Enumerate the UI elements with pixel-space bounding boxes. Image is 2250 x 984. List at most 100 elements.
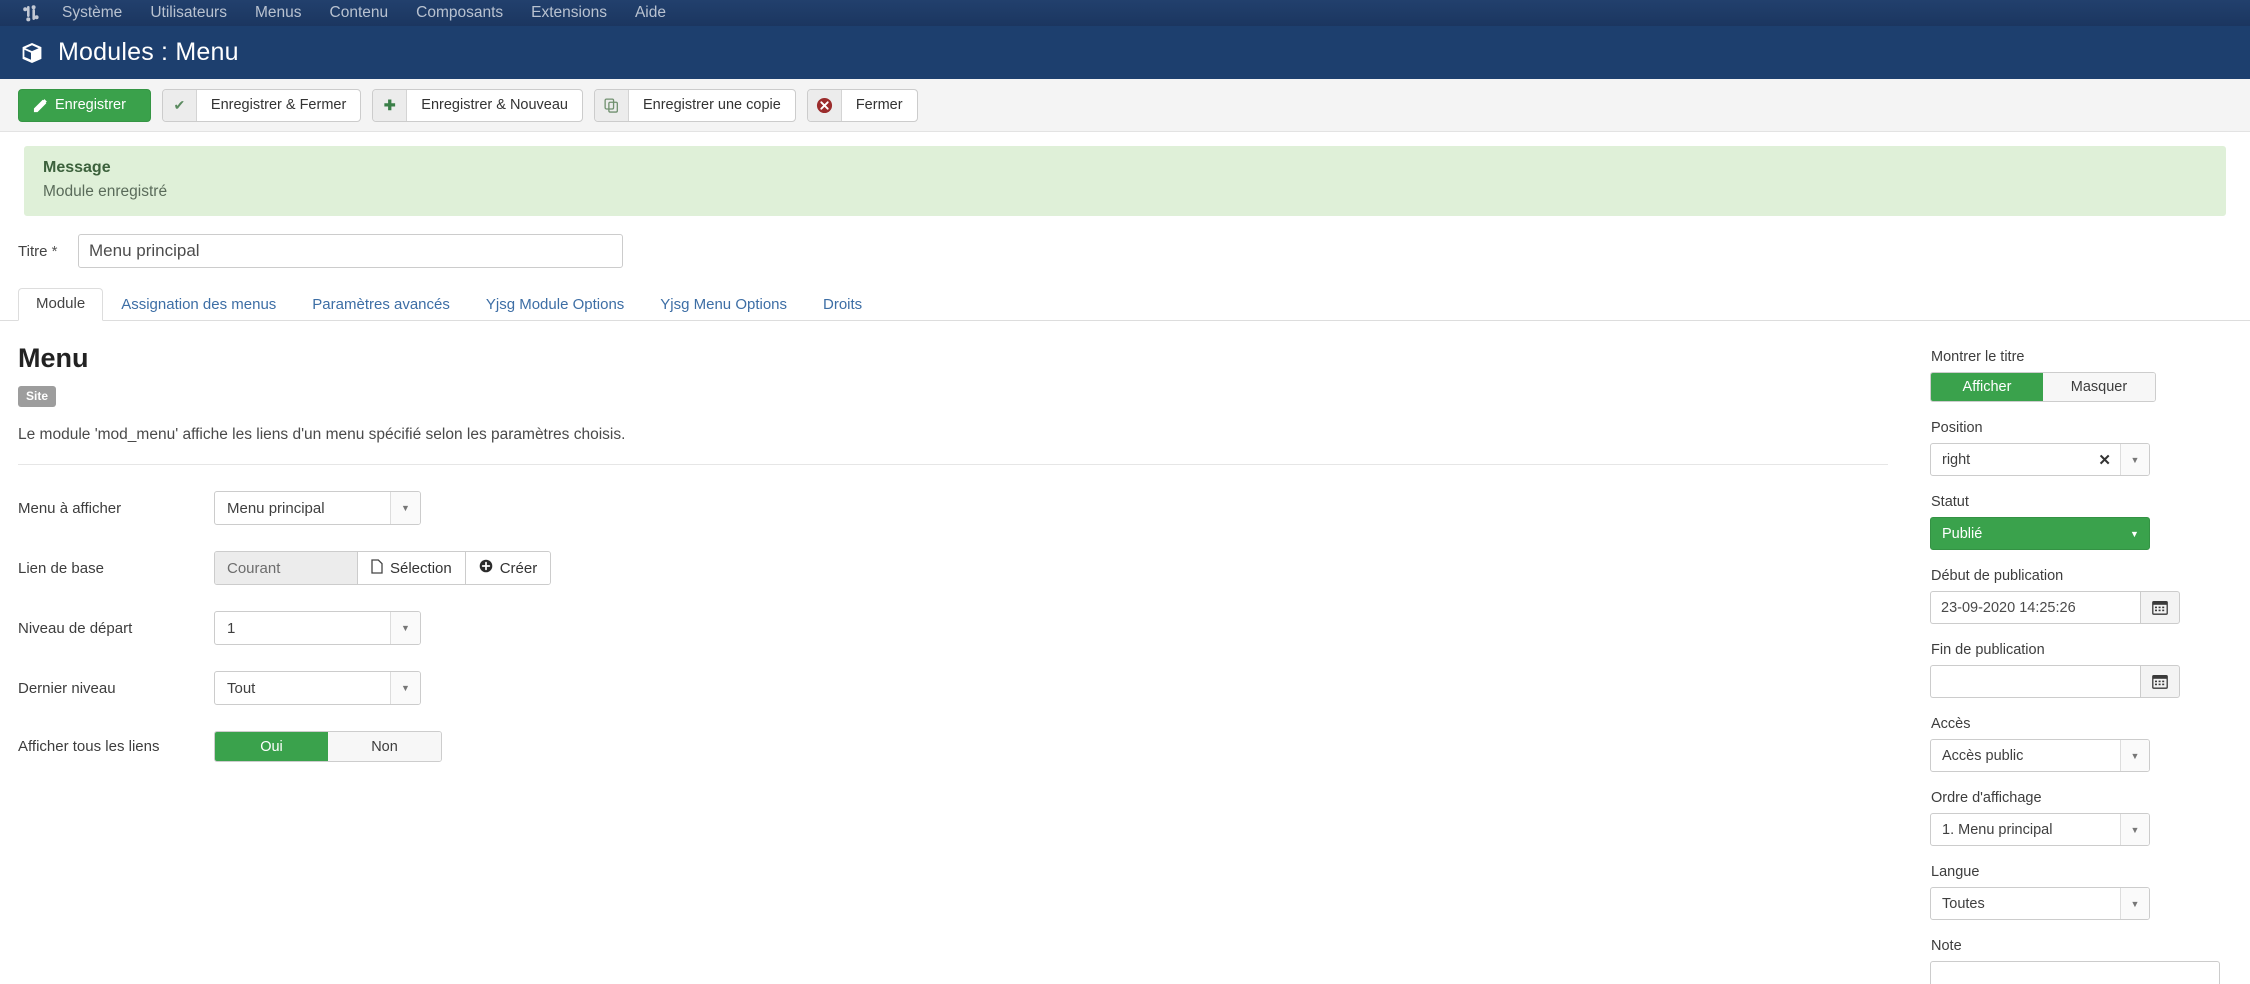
label-fin-de-publication: Fin de publication xyxy=(1931,642,2045,658)
sidebar-column: Montrer le titre Afficher Masquer Positi… xyxy=(1930,321,2250,984)
title-label-text: Titre xyxy=(18,242,48,260)
calendar-icon[interactable] xyxy=(2140,591,2180,624)
chevron-down-icon[interactable]: ▼ xyxy=(390,612,420,644)
debut-de-publication-input[interactable]: 23-09-2020 14:25:26 xyxy=(1930,591,2140,624)
tab-droits[interactable]: Droits xyxy=(805,289,880,321)
label-lien-de-base: Lien de base xyxy=(18,559,104,577)
clear-x-icon[interactable]: ✕ xyxy=(2098,444,2120,475)
input-group-lien-de-base: Courant Sélection Créer xyxy=(214,551,552,585)
date-group-debut-de-publication: 23-09-2020 14:25:26 xyxy=(1930,591,2180,624)
selection-button[interactable]: Sélection xyxy=(357,552,465,584)
save-button[interactable]: Enregistrer xyxy=(18,88,151,122)
save-and-close-label: Enregistrer & Fermer xyxy=(210,97,347,113)
select-acces[interactable]: Accès public ▼ xyxy=(1930,739,2150,772)
required-marker: * xyxy=(51,242,58,260)
ordre-d-affichage-value: 1. Menu principal xyxy=(1942,821,2053,838)
field-row-menu-a-afficher: Menu à afficher Menu principal ▼ xyxy=(18,491,1930,525)
module-scope-badge: Site xyxy=(18,386,57,407)
field-fin-de-publication: Fin de publication xyxy=(1930,642,2250,698)
selection-button-label: Sélection xyxy=(390,559,452,577)
select-langue[interactable]: Toutes ▼ xyxy=(1930,887,2150,920)
note-input[interactable] xyxy=(1930,961,2220,984)
save-button-label: Enregistrer xyxy=(55,97,126,113)
label-acces: Accès xyxy=(1931,716,1971,732)
menu-item-composants[interactable]: Composants xyxy=(402,0,517,26)
field-row-lien-de-base: Lien de base Courant Sélection Créer xyxy=(18,551,1930,585)
select-dernier-niveau-value: Tout xyxy=(227,679,256,697)
field-note: Note xyxy=(1930,938,2250,984)
menu-item-menus[interactable]: Menus xyxy=(241,0,316,26)
select-dernier-niveau[interactable]: Tout ▼ xyxy=(214,671,421,705)
label-dernier-niveau: Dernier niveau xyxy=(18,679,116,697)
admin-menubar: Système Utilisateurs Menus Contenu Compo… xyxy=(0,0,2250,26)
chevron-down-icon[interactable]: ▼ xyxy=(390,492,420,524)
close-button-label: Fermer xyxy=(855,97,903,113)
close-button[interactable]: Fermer xyxy=(806,88,918,122)
module-heading: Menu xyxy=(18,343,89,373)
chevron-down-icon[interactable]: ▼ xyxy=(2120,740,2149,771)
statut-value: Publié xyxy=(1942,525,1983,542)
select-statut[interactable]: Publié ▼ xyxy=(1930,517,2150,550)
save-as-copy-button[interactable]: Enregistrer une copie xyxy=(593,88,796,122)
tab-assignation-des-menus[interactable]: Assignation des menus xyxy=(103,289,294,321)
field-position: Position right ✕ ▼ xyxy=(1930,420,2250,476)
fin-de-publication-input[interactable] xyxy=(1930,665,2140,698)
toggle-afficher-tous-les-liens: Oui Non xyxy=(214,731,442,762)
page-header: Modules : Menu xyxy=(0,26,2250,79)
body-wrapper: Menu Site Le module 'mod_menu' affiche l… xyxy=(0,321,2250,984)
tab-yjsg-module-options[interactable]: Yjsg Module Options xyxy=(468,289,642,321)
page-title: Modules : Menu xyxy=(58,38,239,66)
alert-wrapper: Message Module enregistré xyxy=(0,132,2250,216)
title-input[interactable] xyxy=(78,234,623,268)
calendar-icon[interactable] xyxy=(2140,665,2180,698)
select-menu-a-afficher[interactable]: Menu principal ▼ xyxy=(214,491,421,525)
save-and-new-button[interactable]: ✚ Enregistrer & Nouveau xyxy=(372,88,583,122)
chevron-down-icon[interactable]: ▼ xyxy=(390,672,420,704)
chevron-down-icon[interactable]: ▼ xyxy=(2120,814,2149,845)
toggle-option-afficher[interactable]: Afficher xyxy=(1931,373,2043,401)
field-debut-de-publication: Début de publication 23-09-2020 14:25:26 xyxy=(1930,568,2250,624)
menu-item-utilisateurs[interactable]: Utilisateurs xyxy=(136,0,241,26)
alert-title: Message xyxy=(43,159,111,176)
copy-icon xyxy=(594,89,629,121)
toggle-option-masquer[interactable]: Masquer xyxy=(2043,373,2155,401)
module-description: Le module 'mod_menu' affiche les liens d… xyxy=(18,426,626,443)
label-menu-a-afficher: Menu à afficher xyxy=(18,499,122,517)
select-ordre-d-affichage[interactable]: 1. Menu principal ▼ xyxy=(1930,813,2150,846)
menu-item-extensions[interactable]: Extensions xyxy=(517,0,621,26)
chevron-down-icon[interactable]: ▼ xyxy=(2120,518,2149,549)
module-cube-icon xyxy=(20,41,44,65)
title-field-label: Titre * xyxy=(18,243,68,260)
chevron-down-icon[interactable]: ▼ xyxy=(2120,444,2149,475)
toggle-montrer-le-titre: Afficher Masquer xyxy=(1930,372,2156,402)
menu-item-aide[interactable]: Aide xyxy=(621,0,680,26)
date-group-fin-de-publication xyxy=(1930,665,2180,698)
chevron-down-icon[interactable]: ▼ xyxy=(2120,888,2149,919)
select-niveau-de-depart[interactable]: 1 ▼ xyxy=(214,611,421,645)
tab-yjsg-menu-options[interactable]: Yjsg Menu Options xyxy=(642,289,805,321)
tab-module[interactable]: Module xyxy=(18,288,104,321)
field-row-dernier-niveau: Dernier niveau Tout ▼ xyxy=(18,671,1930,705)
label-ordre-d-affichage: Ordre d'affichage xyxy=(1931,790,2042,806)
select-position[interactable]: right ✕ ▼ xyxy=(1930,443,2150,476)
tab-parametres-avances[interactable]: Paramètres avancés xyxy=(294,289,468,321)
check-icon: ✔ xyxy=(162,89,197,121)
creer-button[interactable]: Créer xyxy=(464,552,551,584)
toggle-option-non[interactable]: Non xyxy=(328,732,441,761)
label-debut-de-publication: Début de publication xyxy=(1931,568,2064,584)
menu-item-contenu[interactable]: Contenu xyxy=(316,0,403,26)
label-niveau-de-depart: Niveau de départ xyxy=(18,619,133,637)
save-and-close-button[interactable]: ✔ Enregistrer & Fermer xyxy=(161,88,362,122)
toggle-option-oui[interactable]: Oui xyxy=(215,732,328,761)
field-row-niveau-de-depart: Niveau de départ 1 ▼ xyxy=(18,611,1930,645)
plus-icon: ✚ xyxy=(373,89,408,121)
label-statut: Statut xyxy=(1931,494,1969,510)
position-value: right xyxy=(1942,451,1971,468)
plus-circle-icon xyxy=(479,559,493,577)
label-afficher-tous-les-liens: Afficher tous les liens xyxy=(18,738,160,755)
label-position: Position xyxy=(1931,420,1983,436)
main-content-column: Menu Site Le module 'mod_menu' affiche l… xyxy=(0,321,1930,984)
toolbar: Enregistrer ✔ Enregistrer & Fermer ✚ Enr… xyxy=(0,79,2250,132)
joomla-logo-icon[interactable] xyxy=(14,0,48,26)
menu-item-systeme[interactable]: Système xyxy=(48,0,136,26)
